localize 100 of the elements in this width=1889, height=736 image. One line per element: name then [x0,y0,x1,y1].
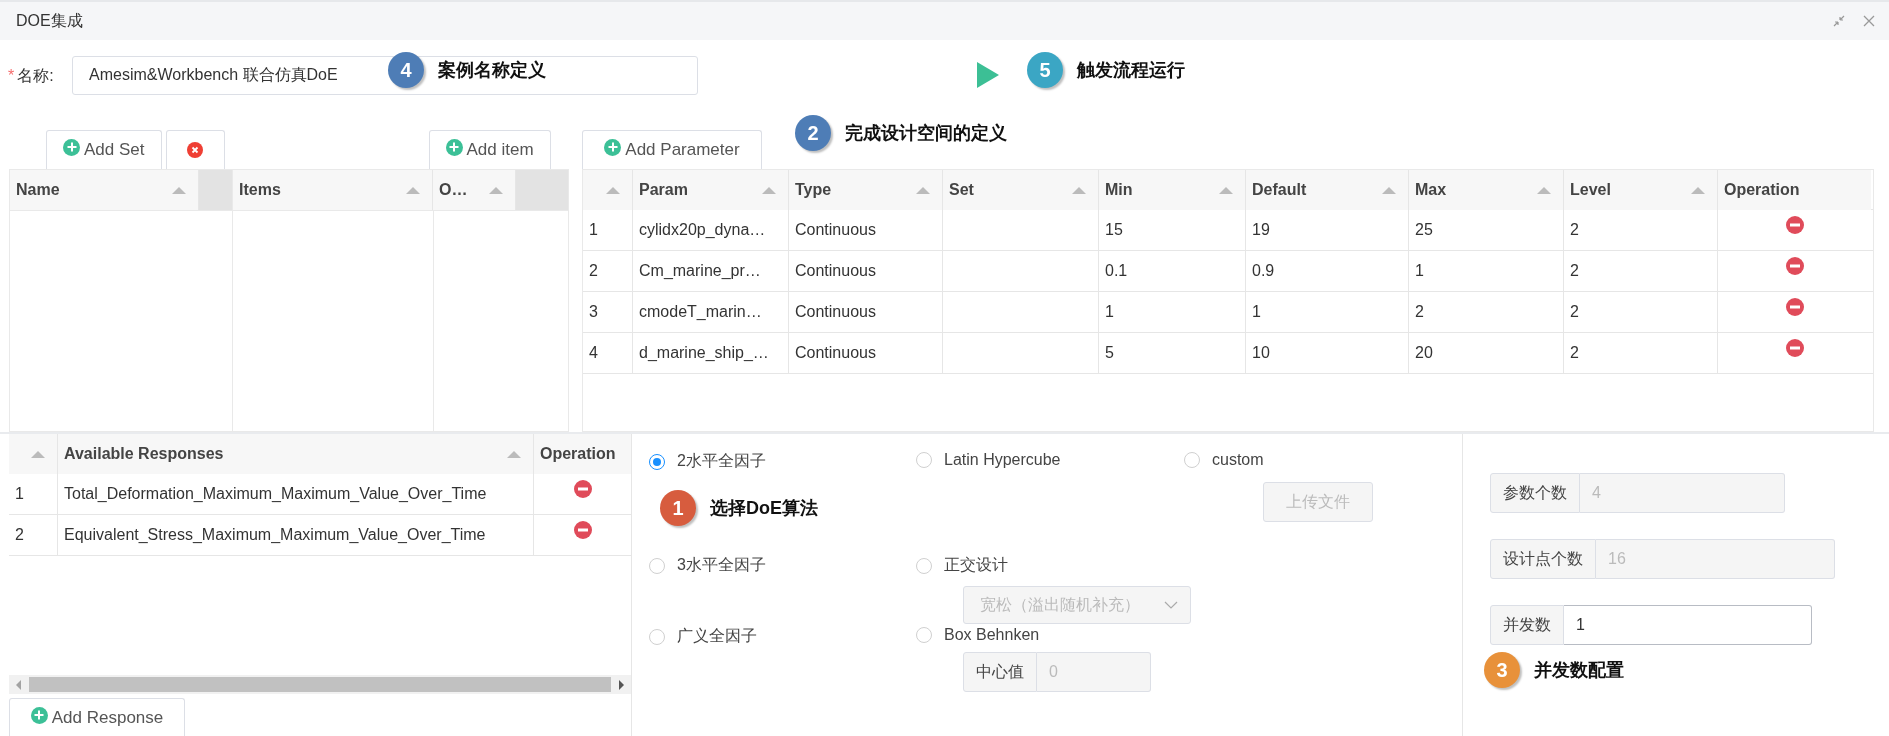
table-cell: 1 [1099,292,1246,332]
name-label: * 名称: [7,66,55,86]
scroll-left-icon[interactable] [16,679,21,690]
table-cell: 2 [1564,292,1718,332]
scroll-right-icon[interactable] [619,679,624,690]
table-cell: 2 [1564,251,1718,291]
field-label: 参数个数 [1490,473,1580,513]
chevron-down-icon [1164,601,1178,609]
sort-icon[interactable] [507,451,521,458]
table-cell: Continuous [789,292,943,332]
table-cell: Total_Deformation_Maximum_Maximum_Value_Over_Time [58,474,534,514]
table-cell: 2 [1564,333,1718,373]
sort-icon[interactable] [606,187,620,194]
sort-icon[interactable] [762,187,776,194]
row-number: 1 [583,210,633,250]
field-label: 设计点个数 [1490,539,1596,579]
table-cell: Continuous [789,210,943,250]
algorithm-radio[interactable]: custom [1184,451,1264,469]
close-icon[interactable] [1863,15,1875,27]
row-number: 4 [583,333,633,373]
row-number: 3 [583,292,633,332]
add-set-button[interactable]: Add Set [46,130,162,169]
row-number: 2 [9,515,58,555]
plus-icon [30,706,48,724]
table-cell: 5 [1099,333,1246,373]
sort-icon[interactable] [489,187,503,194]
remove-icon[interactable] [573,480,592,498]
step-badge: 1 [660,490,696,526]
table-cell: Cm_marine_pr… [633,251,789,291]
table-cell: 2 [1564,210,1718,250]
column-header[interactable]: Default [1246,170,1409,210]
column-header[interactable]: Type [789,170,943,210]
table-cell: Continuous [789,251,943,291]
window-title: DOE集成 [16,10,84,31]
number-field[interactable]: 1 [1564,605,1812,645]
sort-icon[interactable] [1072,187,1086,194]
column-header[interactable]: Set [943,170,1099,210]
sort-icon[interactable] [1382,187,1396,194]
plus-icon [445,138,463,156]
algorithm-radio[interactable]: 3水平全因子 [649,555,766,576]
shrink-icon[interactable] [1833,15,1845,27]
remove-icon[interactable] [1785,216,1804,234]
algorithm-radio[interactable]: Box Behnken [916,626,1040,644]
sort-icon[interactable] [31,451,45,458]
table-cell: cmodeT_marin… [633,292,789,332]
column-header[interactable]: Available Responses [58,434,534,474]
table-cell: cylidx20p_dyna… [633,210,789,250]
add-item-button[interactable]: Add item [428,130,551,169]
remove-icon[interactable] [1785,298,1804,316]
table-cell: 1 [1409,251,1564,291]
play-icon[interactable] [975,60,1001,90]
table-cell: Equivalent_Stress_Maximum_Maximum_Value_Over_Time [58,515,534,555]
horizontal-scrollbar[interactable] [9,675,631,694]
callout-text: 案例名称定义 [438,59,546,82]
algorithm-radio[interactable]: Latin Hypercube [916,451,1061,469]
close-icon [187,142,203,158]
remove-icon[interactable] [573,521,592,539]
sort-icon[interactable] [1691,187,1705,194]
table-cell: 0.9 [1246,251,1409,291]
field-label: 并发数 [1490,605,1564,645]
row-number: 1 [9,474,58,514]
step-badge: 2 [795,115,831,151]
plus-icon [604,138,622,156]
column-header[interactable]: Param [633,170,789,210]
field-label: 中心值 [963,652,1037,692]
callout-text: 触发流程运行 [1077,59,1185,82]
column-header: Operation [534,434,631,474]
callout-text: 完成设计空间的定义 [845,122,1007,145]
table-cell: Continuous [789,333,943,373]
sort-icon[interactable] [1219,187,1233,194]
step-badge: 5 [1027,52,1063,88]
remove-icon[interactable] [1785,257,1804,275]
table-cell: 0.1 [1099,251,1246,291]
table-cell: 2 [1409,292,1564,332]
sort-icon[interactable] [172,187,186,194]
column-header[interactable]: Max [1409,170,1564,210]
delete-set-button[interactable] [165,130,225,169]
add-response-button[interactable]: Add Response [9,698,185,736]
algorithm-radio[interactable]: 正交设计 [916,555,1008,576]
table-cell: d_marine_ship_… [633,333,789,373]
table-cell: 20 [1409,333,1564,373]
remove-icon[interactable] [1785,339,1804,357]
callout-text: 并发数配置 [1534,659,1624,682]
column-header[interactable]: Level [1564,170,1718,210]
row-number: 2 [583,251,633,291]
callout-text: 选择DoE算法 [710,497,818,520]
algorithm-radio[interactable]: 2水平全因子 [649,451,766,472]
sort-icon[interactable] [406,187,420,194]
table-cell: 1 [1246,292,1409,332]
add-parameter-button[interactable]: Add Parameter [582,130,762,169]
algorithm-radio[interactable]: 广义全因子 [649,626,757,647]
column-header[interactable]: Min [1099,170,1246,210]
column-header[interactable]: Operation [1718,170,1871,210]
table-cell: 25 [1409,210,1564,250]
plus-icon [63,138,80,156]
sort-icon[interactable] [1537,187,1551,194]
table-cell: 19 [1246,210,1409,250]
step-badge: 3 [1484,652,1520,688]
table-cell: 15 [1099,210,1246,250]
sort-icon[interactable] [916,187,930,194]
